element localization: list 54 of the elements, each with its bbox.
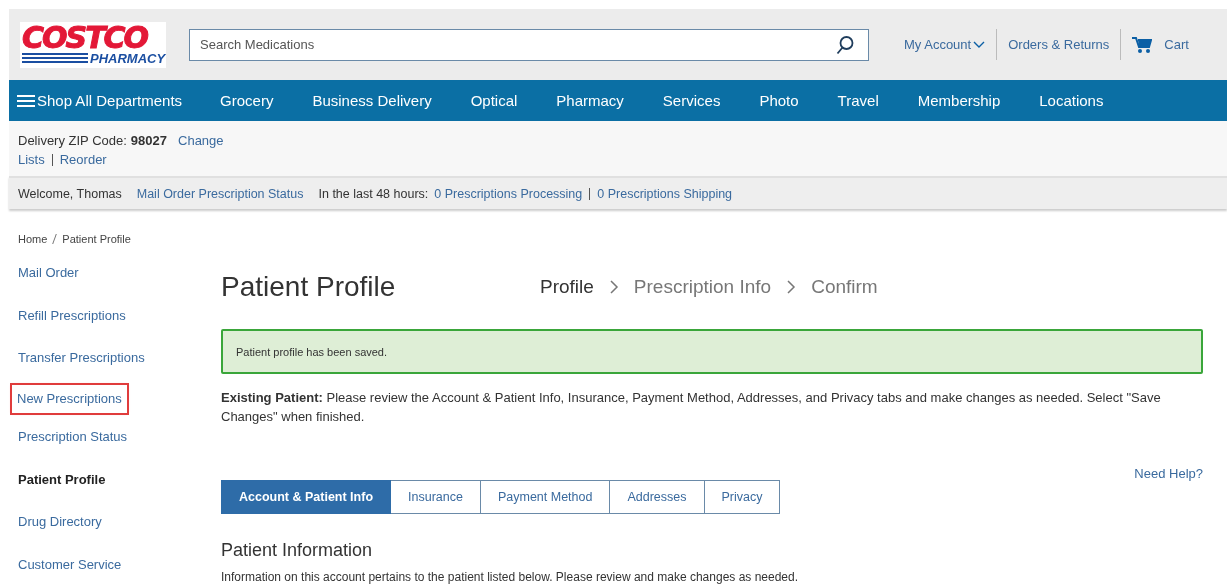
cart-link[interactable]: Cart	[1132, 35, 1189, 54]
step-label: Prescription Info	[633, 276, 772, 298]
search-field[interactable]: Search Medications	[189, 28, 869, 61]
nav-link[interactable]: Grocery	[220, 92, 274, 109]
chevron-right-icon	[608, 279, 619, 295]
step-label: Confirm	[811, 276, 878, 298]
header-link[interactable]: Orders & Returns	[1008, 37, 1110, 52]
stripes-icon	[22, 52, 88, 64]
breadcrumb-link[interactable]: Home	[18, 233, 48, 245]
breadcrumb-link[interactable]: Patient Profile	[62, 233, 131, 245]
account-menu[interactable]: My Account	[904, 37, 986, 52]
tab[interactable]: Addresses	[610, 480, 705, 514]
success-alert: Patient profile has been saved.	[221, 329, 1203, 374]
chevron-down-icon	[973, 40, 986, 49]
header-link[interactable]: Lists	[18, 152, 45, 167]
sidebar-item[interactable]: Patient Profile	[18, 469, 106, 512]
menu-button[interactable]: Shop All Departments	[17, 92, 183, 109]
section-text: Information on this account pertains to the patient listed below. Please review and make changes as needed.	[221, 570, 800, 584]
sidebar-item[interactable]: Mail Order	[18, 263, 79, 306]
tab[interactable]: Insurance	[391, 480, 481, 514]
instructions-text: Existing Patient: Please review the Account & Patient Info, Insurance, Payment Method, Addresses, and Privacy tabs and make changes as needed. Select "Save Changes" when finished.	[221, 389, 1162, 426]
sidebar-item[interactable]: Prescription Status	[18, 427, 128, 470]
nav-link[interactable]: Locations	[1039, 92, 1104, 109]
search-icon	[835, 34, 855, 55]
nav-link[interactable]: Pharmacy	[556, 92, 624, 109]
help-link[interactable]: Need Help?	[1134, 466, 1203, 480]
header-link[interactable]: Reorder	[59, 152, 107, 167]
sidebar-item[interactable]: Refill Prescriptions	[18, 305, 126, 348]
nav-link[interactable]: Business Delivery	[312, 92, 432, 109]
nav-link[interactable]: Services	[662, 92, 721, 109]
menu-icon	[17, 93, 35, 108]
step-label: Profile	[540, 276, 594, 298]
change-link[interactable]: Change	[178, 133, 224, 148]
nav-link[interactable]: Photo	[759, 92, 799, 109]
zip-code: 98027	[130, 133, 167, 148]
count-link[interactable]: 0 Prescriptions Shipping	[597, 186, 733, 201]
tab[interactable]: Account & Patient Info	[221, 480, 392, 514]
nav-link[interactable]: Optical	[470, 92, 518, 109]
section-title: Patient Information	[221, 540, 374, 561]
status-link[interactable]: Mail Order Prescription Status	[136, 186, 304, 201]
tab[interactable]: Privacy	[704, 480, 781, 514]
sidebar-item[interactable]: Customer Service	[18, 554, 122, 585]
logo[interactable]: COSTCO PHARMACY	[20, 21, 166, 68]
nav-link[interactable]: Travel	[837, 92, 879, 109]
page-title: Patient Profile	[221, 271, 397, 303]
cart-icon	[1132, 35, 1153, 54]
nav-link[interactable]: Membership	[917, 92, 1001, 109]
zip-label: Delivery ZIP Code:	[18, 133, 127, 148]
hours-label: In the last 48 hours:	[318, 186, 429, 201]
count-link[interactable]: 0 Prescriptions Processing	[434, 186, 583, 201]
welcome-text: Welcome, Thomas	[18, 186, 122, 201]
tab[interactable]: Payment Method	[480, 480, 611, 514]
sidebar-item[interactable]: Drug Directory	[18, 512, 102, 555]
chevron-right-icon	[786, 279, 797, 295]
